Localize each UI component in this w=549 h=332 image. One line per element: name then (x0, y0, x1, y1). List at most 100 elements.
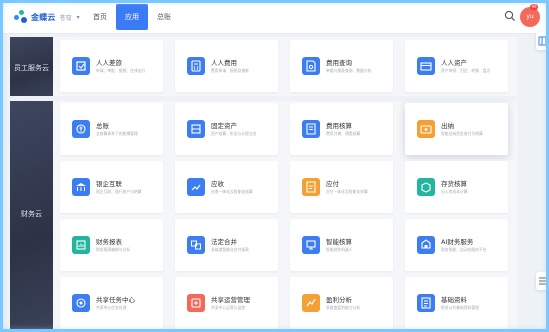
basic-data-icon (417, 294, 435, 312)
nav-ledger[interactable]: 总账 (148, 4, 180, 30)
app-card-title: 财务报表 (96, 238, 122, 246)
app-card[interactable]: AI财务服务 财务智能、自动化服务平台 (405, 219, 508, 271)
app-card[interactable]: 费用查询 单据与报表查询、数据分析 (290, 40, 393, 92)
search-icon[interactable] (504, 10, 516, 22)
app-card-title: 法定合并 (211, 238, 237, 246)
app-card[interactable]: 盈利分析 多维度盈利能力分析 (290, 277, 393, 329)
app-card[interactable]: 出纳 智能出纳资金收付与结算 (405, 103, 508, 155)
app-card-description: 多维度盈利能力分析 (326, 305, 361, 310)
ai-icon (417, 236, 435, 254)
collapse-icon (538, 36, 547, 46)
app-card[interactable]: 总账 全核算体系下的账簿管理 (60, 103, 163, 155)
app-logo[interactable]: 金蝶云 苍穹 ▾ (14, 8, 80, 26)
logo-subtext: 苍穹 (59, 14, 72, 22)
document-search-icon (302, 57, 320, 75)
app-card[interactable]: 费用核算 费用分摊、预提核算 (290, 103, 393, 155)
app-card[interactable]: 财务报表 财务报表编制与分析 (60, 219, 163, 271)
task-center-icon (72, 294, 90, 312)
travel-icon (72, 57, 90, 75)
merge-icon (187, 236, 205, 254)
app-card-title: 基础资料 (441, 296, 467, 304)
app-card-title: 智能核算 (326, 238, 352, 246)
app-card-title: 存货核算 (441, 180, 467, 188)
app-card-title: 总账 (96, 122, 109, 130)
profit-icon (302, 294, 320, 312)
app-card-description: 共享中心任务处理 (96, 305, 127, 310)
asset-icon (417, 57, 435, 75)
app-card[interactable]: 银企互联 银企互联、银行账户与结算 (60, 161, 163, 213)
report-icon (72, 236, 90, 254)
fixed-asset-icon (187, 120, 205, 138)
app-card[interactable]: 人人差旅 申请、审批、报销、在线出行 (60, 40, 163, 92)
app-card-title: 费用核算 (326, 122, 352, 130)
receivable-icon (187, 178, 205, 196)
app-card-description: 智能出纳资金收付与结算 (441, 131, 483, 136)
main-nav: 首页 应用 总账 (84, 4, 180, 30)
app-card[interactable]: 人人资产 资产申领、归还、转移、盘点 (405, 40, 508, 92)
app-card-description: 资产申领、归还、转移、盘点 (441, 68, 491, 73)
cashier-icon (417, 120, 435, 138)
section-finance: 财务云 (10, 101, 53, 332)
app-card[interactable]: 应收 应收一体化及智能化核算 (175, 161, 278, 213)
app-card-title: 共享运营管理 (211, 296, 250, 304)
app-card-title: 银企互联 (96, 180, 122, 188)
side-tool-menu[interactable] (536, 272, 549, 290)
app-card-title: 共享任务中心 (96, 296, 135, 304)
nav-home[interactable]: 首页 (84, 4, 116, 30)
operation-icon (187, 294, 205, 312)
app-card-description: 费用申请、报销及借款 (211, 68, 249, 73)
app-card-title: 费用查询 (326, 59, 352, 67)
app-card-title: 人人费用 (211, 59, 237, 67)
side-tool-collapse[interactable] (536, 32, 549, 50)
app-card[interactable]: 存货核算 出入库成本计算 (405, 161, 508, 213)
app-card-title: AI财务服务 (441, 238, 474, 246)
app-card-description: 财务智能、自动化服务平台 (441, 247, 487, 252)
chevron-down-icon[interactable]: ▾ (77, 14, 80, 21)
section-label: 财务云 (21, 210, 42, 218)
inventory-icon (417, 178, 435, 196)
app-card-description: 资产核算、折旧与计提业务 (211, 131, 257, 136)
bank-icon (72, 178, 90, 196)
app-card-title: 出纳 (441, 122, 454, 130)
top-bar: 金蝶云 苍穹 ▾ 首页 应用 总账 yu 99 (0, 0, 549, 34)
section-label: 员工服务云 (14, 64, 49, 72)
expense-icon (302, 120, 320, 138)
ledger-icon (72, 120, 90, 138)
app-card-description: 应收一体化及智能化核算 (211, 189, 253, 194)
app-card-description: 银企互联、银行账户与结算 (96, 189, 142, 194)
app-card-description: 单据与报表查询、数据分析 (326, 68, 372, 73)
app-card-description: 出入库成本计算 (441, 189, 468, 194)
payable-icon (302, 178, 320, 196)
app-card-description: 财务报表编制与分析 (96, 247, 131, 252)
logo-text: 金蝶云 (31, 12, 56, 22)
section-employee-service: 员工服务云 (10, 37, 53, 96)
list-icon (539, 277, 546, 285)
app-card-title: 固定资产 (211, 122, 237, 130)
app-card-description: 财务公共基础资料管理 (441, 305, 479, 310)
app-card-description: 共享中心运营与监控 (211, 305, 246, 310)
nav-apps[interactable]: 应用 (116, 4, 148, 30)
app-card-description: 多维度智能化合并报表 (211, 247, 249, 252)
app-card[interactable]: 共享运营管理 共享中心运营与监控 (175, 277, 278, 329)
app-card[interactable]: 共享任务中心 共享中心任务处理 (60, 277, 163, 329)
app-card[interactable]: 智能核算 智能财务机器人 (290, 219, 393, 271)
app-card-description: 费用分摊、预提核算 (326, 131, 361, 136)
app-card-title: 盈利分析 (326, 296, 352, 304)
logo-icon (14, 10, 28, 24)
app-card[interactable]: 基础资料 财务公共基础资料管理 (405, 277, 508, 329)
avatar[interactable]: yu (520, 7, 540, 27)
app-card-title: 人人资产 (441, 59, 467, 67)
smart-account-icon (302, 236, 320, 254)
app-card[interactable]: 固定资产 资产核算、折旧与计提业务 (175, 103, 278, 155)
app-card-description: 应付一体化及智能化核算 (326, 189, 368, 194)
app-card-title: 应付 (326, 180, 339, 188)
notification-badge: 99 (530, 4, 538, 10)
app-card-description: 申请、审批、报销、在线出行 (96, 68, 146, 73)
app-card[interactable]: 法定合并 多维度智能化合并报表 (175, 219, 278, 271)
app-card[interactable]: 人人费用 费用申请、报销及借款 (175, 40, 278, 92)
app-card-title: 应收 (211, 180, 224, 188)
app-card-title: 人人差旅 (96, 59, 122, 67)
app-card-description: 智能财务机器人 (326, 247, 353, 252)
app-card[interactable]: 应付 应付一体化及智能化核算 (290, 161, 393, 213)
calculator-icon (187, 57, 205, 75)
